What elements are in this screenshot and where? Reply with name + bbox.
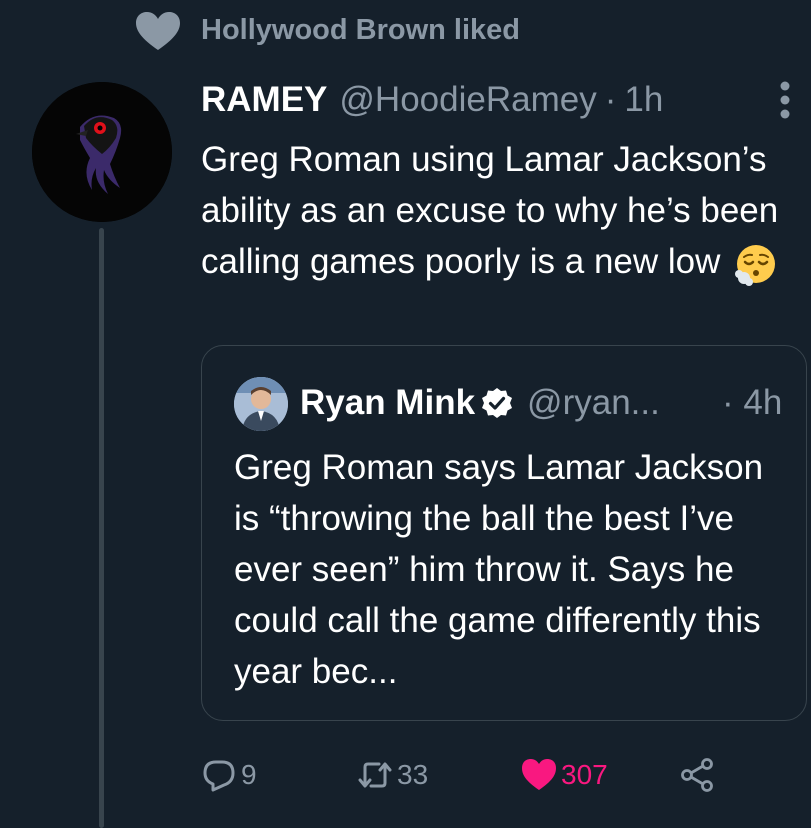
author-avatar[interactable] (32, 82, 172, 222)
social-context-text[interactable]: Hollywood Brown liked (201, 14, 520, 47)
reply-icon (203, 760, 235, 792)
quoted-author-avatar[interactable] (234, 377, 288, 431)
author-handle[interactable]: @HoodieRamey (339, 80, 596, 120)
author-name[interactable]: RAMEY (201, 80, 327, 120)
quoted-time[interactable]: · 4h (722, 376, 782, 430)
profile-photo (234, 377, 288, 431)
thread-line (99, 228, 104, 828)
tweet-text: Greg Roman using Lamar Jackson’s ability… (201, 140, 779, 281)
reply-button[interactable]: 9 (201, 752, 257, 798)
more-vertical-icon (780, 81, 790, 119)
like-button[interactable]: 307 (521, 752, 608, 798)
retweet-icon (358, 762, 392, 788)
heart-filled-icon (522, 759, 556, 790)
share-icon (681, 758, 713, 792)
raven-logo (32, 82, 172, 222)
quoted-tweet[interactable]: Ryan Mink @ryan... · 4h Greg Roman says … (201, 345, 807, 721)
reply-count: 9 (241, 759, 257, 790)
tweet-time[interactable]: 1h (624, 80, 663, 120)
quoted-header: Ryan Mink @ryan... (300, 376, 660, 430)
tweet-body: Greg Roman using Lamar Jackson’s ability… (201, 134, 811, 287)
like-count: 307 (561, 759, 608, 790)
separator-dot: · (604, 80, 617, 119)
quoted-text: Greg Roman says Lamar Jackson is “throwi… (234, 448, 764, 691)
retweet-count: 33 (397, 759, 429, 790)
tweet-actions: 9 33 307 (201, 752, 801, 798)
share-button[interactable] (679, 752, 715, 798)
tweet-header: RAMEY @HoodieRamey · 1h (201, 80, 663, 124)
social-context: Hollywood Brown liked (136, 10, 520, 54)
verified-badge-icon (482, 388, 513, 418)
quoted-author-handle[interactable]: @ryan... (527, 383, 660, 423)
heart-icon (136, 12, 180, 50)
quoted-author-name[interactable]: Ryan Mink (300, 383, 475, 423)
retweet-button[interactable]: 33 (357, 752, 428, 798)
face-exhaling-emoji (735, 244, 776, 286)
more-options-button[interactable] (770, 80, 800, 120)
